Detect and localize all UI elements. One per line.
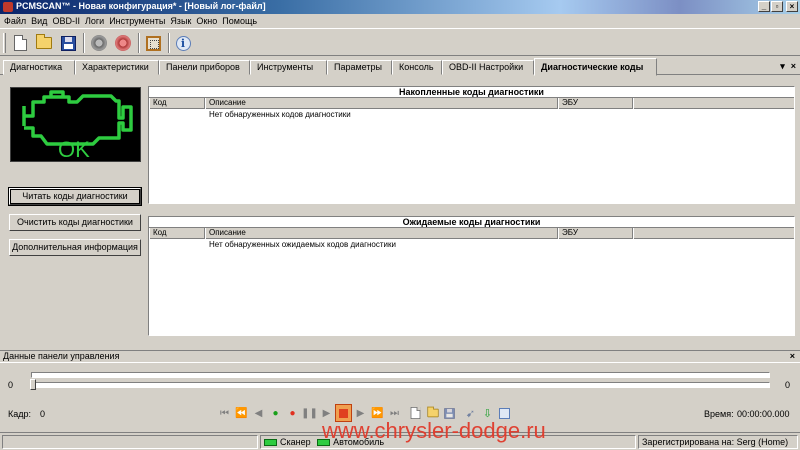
- stored-codes-header: Код Описание ЭБУ: [149, 98, 794, 109]
- frame-button[interactable]: [142, 32, 164, 54]
- menu-logs[interactable]: Логи: [84, 16, 108, 26]
- frame-icon: [145, 35, 161, 51]
- connect-icon: [91, 35, 107, 51]
- toolbar-separator: [168, 33, 170, 53]
- tab-strip: Диагностика Характеристики Панели прибор…: [0, 58, 800, 76]
- check-engine-icon: OK: [22, 90, 133, 162]
- column-filler: [633, 228, 794, 239]
- toolbar-grip[interactable]: [3, 33, 6, 53]
- pending-codes-panel: Ожидаемые коды диагностики Код Описание …: [148, 216, 795, 336]
- stored-codes-empty-message: Нет обнаруженных кодов диагностики: [209, 110, 351, 119]
- frame-label: Кадр:: [8, 409, 32, 419]
- pending-codes-empty-message: Нет обнаруженных ожидаемых кодов диагнос…: [209, 240, 396, 249]
- connect-button[interactable]: [88, 32, 110, 54]
- pending-codes-header: Код Описание ЭБУ: [149, 228, 794, 239]
- time-label: Время:: [704, 409, 734, 419]
- pending-codes-title: Ожидаемые коды диагностики: [149, 217, 794, 228]
- settings-icon: [499, 407, 510, 419]
- progress-track: [31, 372, 770, 378]
- step-back-button[interactable]: ◀: [250, 404, 267, 422]
- engine-status-text: OK: [58, 137, 90, 162]
- save-button[interactable]: [57, 32, 79, 54]
- tab-dashboards[interactable]: Панели приборов: [159, 60, 250, 75]
- column-code[interactable]: Код: [149, 228, 205, 239]
- tab-obd2-settings[interactable]: OBD-II Настройки: [442, 60, 534, 75]
- tab-characteristics[interactable]: Характеристики: [75, 60, 159, 75]
- rewind-button[interactable]: ⏪: [233, 404, 250, 422]
- new-file-button[interactable]: [9, 32, 31, 54]
- save-log-icon: [444, 407, 455, 419]
- frame-slider-track[interactable]: [31, 382, 770, 388]
- menu-obd2[interactable]: OBD-II: [51, 16, 84, 26]
- dashboard-panel-title: Данные панели управления: [3, 351, 120, 361]
- go-button[interactable]: ●: [267, 404, 284, 422]
- menu-window[interactable]: Окно: [195, 16, 221, 26]
- column-filler: [633, 98, 794, 109]
- first-frame-button[interactable]: ⏮: [216, 404, 233, 422]
- status-cell-empty: [2, 435, 258, 449]
- stop-icon: [339, 408, 348, 418]
- record-button[interactable]: ●: [284, 404, 301, 422]
- menu-tools[interactable]: Инструменты: [108, 16, 169, 26]
- pause-button[interactable]: ❚❚: [301, 404, 318, 422]
- tab-console[interactable]: Консоль: [392, 60, 442, 75]
- check-engine-display: OK: [10, 87, 141, 162]
- open-button[interactable]: [33, 32, 55, 54]
- column-code[interactable]: Код: [149, 98, 205, 109]
- tab-diagnostics[interactable]: Диагностика: [3, 60, 75, 75]
- disconnect-icon: [115, 35, 131, 51]
- slider-min-label: 0: [8, 380, 14, 390]
- menu-language[interactable]: Язык: [169, 16, 195, 26]
- tab-close-icon[interactable]: ×: [791, 61, 796, 72]
- toolbar-separator: [83, 33, 85, 53]
- info-button[interactable]: i: [172, 32, 194, 54]
- tab-tools[interactable]: Инструменты: [250, 60, 327, 75]
- save-disk-icon: [60, 35, 76, 51]
- open-folder-icon: [36, 34, 52, 49]
- toolbar-separator: [138, 33, 140, 53]
- title-bar: PCMSCAN™ - Новая конфигурация* - [Новый …: [0, 0, 800, 14]
- stored-codes-panel: Накопленные коды диагностики Код Описани…: [148, 86, 795, 204]
- scanner-led-icon: [264, 439, 277, 447]
- restore-button[interactable]: ▫: [771, 1, 783, 12]
- window-title: PCMSCAN™ - Новая конфигурация* - [Новый …: [16, 1, 266, 11]
- column-ecu[interactable]: ЭБУ: [558, 98, 633, 109]
- slider-max-label: 0: [785, 380, 791, 390]
- watermark: www.chrysler-dodge.ru: [322, 418, 546, 443]
- new-file-icon: [13, 35, 27, 51]
- clear-codes-button[interactable]: Очистить коды диагностики: [9, 214, 141, 231]
- disconnect-button[interactable]: [112, 32, 134, 54]
- tab-parameters[interactable]: Параметры: [327, 60, 392, 75]
- dashboard-close-icon[interactable]: ×: [790, 351, 795, 362]
- registration-status: Зарегистрирована на: Serg (Home): [638, 435, 798, 449]
- scanner-status-label: Сканер: [280, 437, 311, 447]
- toolbar: i: [0, 28, 800, 56]
- close-button[interactable]: ×: [786, 1, 798, 12]
- column-description[interactable]: Описание: [205, 228, 558, 239]
- tab-list-dropdown[interactable]: ▾: [780, 61, 785, 72]
- info-icon: i: [175, 35, 191, 51]
- tab-diagnostic-codes[interactable]: Диагностические коды: [534, 58, 657, 76]
- column-ecu[interactable]: ЭБУ: [558, 228, 633, 239]
- menu-bar: Файл Вид OBD-II Логи Инструменты Язык Ок…: [0, 14, 800, 28]
- time-value: 00:00:00.000: [737, 409, 790, 419]
- more-info-button[interactable]: Дополнительная информация: [9, 239, 141, 256]
- frame-value: 0: [40, 409, 46, 419]
- menu-file[interactable]: Файл: [3, 16, 30, 26]
- open-log-icon: [426, 406, 439, 418]
- menu-help[interactable]: Помощь: [221, 16, 261, 26]
- frame-slider-thumb[interactable]: [30, 379, 36, 390]
- minimize-button[interactable]: _: [758, 1, 770, 12]
- app-icon: [3, 2, 13, 12]
- column-description[interactable]: Описание: [205, 98, 558, 109]
- read-codes-button[interactable]: Читать коды диагностики: [9, 188, 141, 205]
- menu-view[interactable]: Вид: [30, 16, 51, 26]
- dashboard-panel-header: Данные панели управления ×: [0, 350, 800, 363]
- stored-codes-title: Накопленные коды диагностики: [149, 87, 794, 98]
